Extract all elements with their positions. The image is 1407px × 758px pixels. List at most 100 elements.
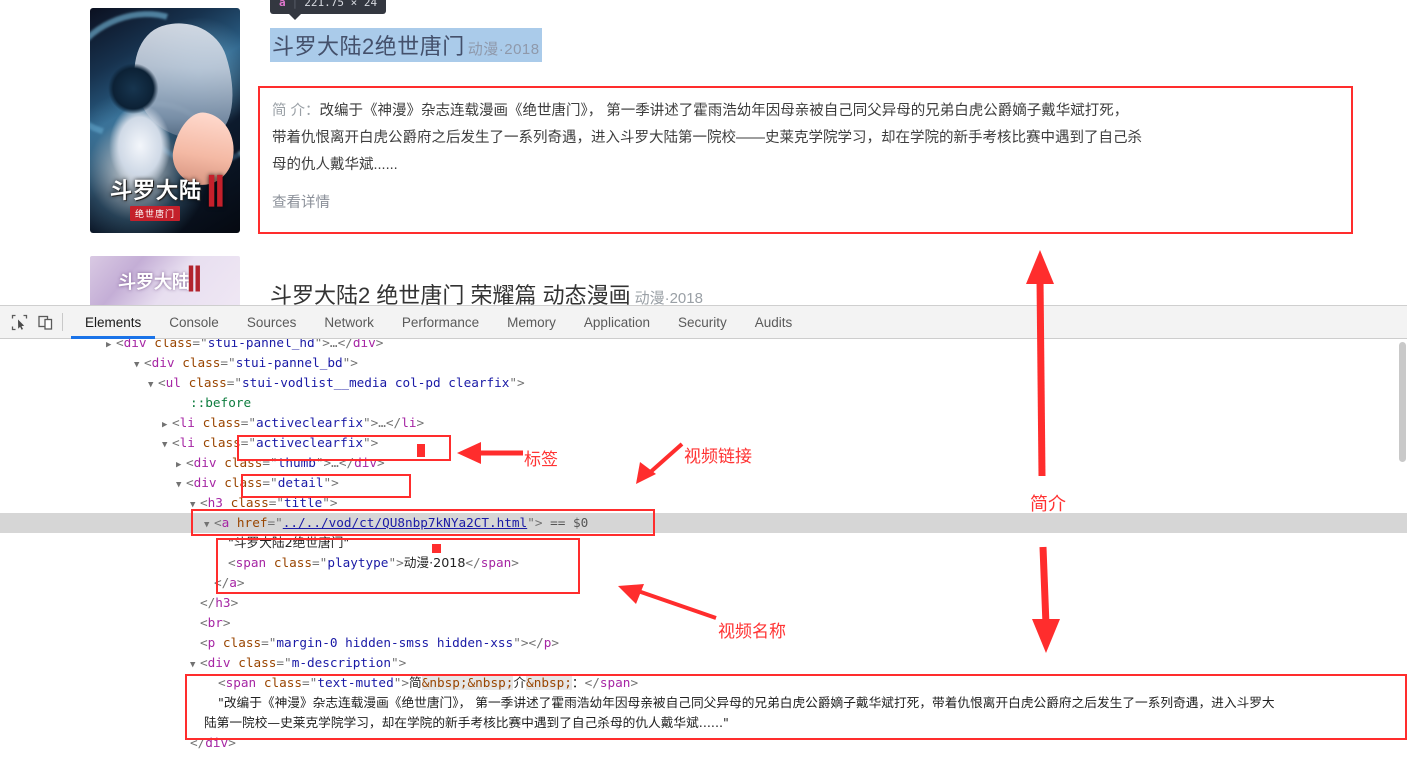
console-reference-label: == $0 [550, 515, 589, 530]
dom-pseudo-row[interactable]: ::before [0, 393, 1407, 413]
video-title-link-1[interactable]: 斗罗大陆2绝世唐门 动漫·2018 [270, 28, 542, 62]
video-playtype-1: 动漫·2018 [467, 41, 540, 58]
attr-value: activeclearfix [256, 415, 363, 430]
description-line-1: 简 介：改编于《神漫》杂志连载漫画《绝世唐门》， 第一季讲述了霍雨浩幼年因母亲被… [272, 98, 1339, 125]
element-inspector-tooltip: a | 221.75 × 24 [270, 0, 387, 20]
attr-name: class [202, 435, 241, 450]
devtools-panel: Elements Console Sources Network Perform… [0, 305, 1407, 758]
entity-text-jian: 简 [409, 675, 422, 690]
video-title-link-2[interactable]: 斗罗大陆2 绝世唐门 荣耀篇 动态漫画 动漫·2018 [270, 278, 703, 308]
video-description-box: 简 介：改编于《神漫》杂志连载漫画《绝世唐门》， 第一季讲述了霍雨浩幼年因母亲被… [258, 86, 1353, 234]
attr-name: class [230, 495, 269, 510]
attr-value: margin-0 hidden-smss hidden-xss [276, 635, 514, 650]
nbsp-entity: &nbsp; [421, 675, 468, 690]
tag-name: a [221, 515, 230, 530]
tab-memory[interactable]: Memory [493, 306, 570, 339]
dom-node-row-selected[interactable]: ▼ <a href="../../vod/ct/QU8nbp7kNYa2CT.ht… [0, 513, 1407, 533]
span-text-node: 动漫·2018 [403, 555, 466, 570]
tab-elements[interactable]: Elements [71, 306, 155, 339]
tooltip-dimensions: 221.75 × 24 [304, 0, 378, 9]
inspect-element-icon[interactable] [6, 309, 32, 335]
video-poster-1[interactable]: 斗罗大陆 Ⅱ 绝世唐门 [90, 8, 240, 233]
tag-name: a [229, 575, 237, 590]
pseudo-element-label: ::before [190, 395, 252, 410]
tag-name: div [151, 355, 175, 370]
dom-node-row[interactable]: ▶ <li class="activeclearfix">…</li> [0, 413, 1407, 433]
video-poster-2[interactable]: 斗罗大陆 Ⅱ [90, 256, 240, 308]
screenshot-root: 斗罗大陆 Ⅱ 绝世唐门 a | 221.75 × 24 斗罗大陆2绝世唐门 动漫·… [0, 0, 1407, 758]
attr-value: detail [277, 475, 324, 490]
tag-name: div [207, 655, 231, 670]
dom-node-row[interactable]: </div> [0, 733, 1407, 753]
tab-performance[interactable]: Performance [388, 306, 493, 339]
collapse-triangle-icon[interactable]: ▼ [190, 495, 200, 515]
description-label: 简 介： [272, 103, 320, 119]
tag-name: div [354, 455, 378, 470]
collapse-triangle-icon[interactable]: ▼ [176, 475, 186, 495]
collapse-triangle-icon[interactable]: ▼ [190, 655, 200, 675]
collapse-triangle-icon[interactable]: ▼ [134, 355, 144, 375]
dom-node-row[interactable]: … [0, 753, 1407, 758]
attr-value: thumb [277, 455, 316, 470]
dom-node-row[interactable]: <span class="text-muted">简&nbsp;&nbsp;介&… [0, 673, 1407, 693]
tag-name: p [207, 635, 216, 650]
dom-node-row[interactable]: ▶ <div class="stui-pannel_hd">…</div> [0, 339, 1407, 353]
dom-node-row[interactable]: ▼ <div class="detail"> [0, 473, 1407, 493]
expand-triangle-icon[interactable]: ▶ [162, 415, 172, 435]
dom-node-row[interactable]: </a> [0, 573, 1407, 593]
attr-name: class [182, 355, 221, 370]
collapse-triangle-icon[interactable]: ▼ [204, 515, 214, 535]
href-value-link[interactable]: ../../vod/ct/QU8nbp7kNYa2CT.html [283, 515, 527, 530]
attr-name: class [188, 375, 227, 390]
dom-text-row[interactable]: "斗罗大陆2绝世唐门" [0, 533, 1407, 553]
dom-node-row[interactable]: ▼ <div class="m-description"> [0, 653, 1407, 673]
tab-security[interactable]: Security [664, 306, 741, 339]
device-toolbar-icon[interactable] [32, 309, 58, 335]
annotation-label-tag: 标签 [524, 450, 558, 470]
attr-name: class [238, 655, 277, 670]
collapse-triangle-icon[interactable]: ▼ [162, 435, 172, 455]
tooltip-separator: | [291, 0, 299, 9]
dom-node-row[interactable]: ▼ <div class="stui-pannel_bd"> [0, 353, 1407, 373]
collapse-triangle-icon[interactable]: ▼ [148, 375, 158, 395]
dom-tree-scrollbar[interactable] [1398, 306, 1407, 726]
dom-node-row[interactable]: <span class="playtype">动漫·2018</span> [0, 553, 1407, 573]
tab-audits[interactable]: Audits [741, 306, 807, 339]
tag-name: h3 [215, 595, 231, 610]
attr-name: class [224, 475, 263, 490]
dom-node-row[interactable]: ▼ <h3 class="title"> [0, 493, 1407, 513]
tab-sources[interactable]: Sources [233, 306, 311, 339]
poster-numeral-logo: Ⅱ [205, 170, 226, 217]
tab-console[interactable]: Console [155, 306, 233, 339]
attr-name: class [222, 635, 262, 650]
attr-value: stui-vodlist__media col-pd clearfix [242, 375, 510, 390]
description-text-1: 改编于《神漫》杂志连载漫画《绝世唐门》， 第一季讲述了霍雨浩幼年因母亲被自己同父… [319, 103, 1129, 119]
entity-text-colon: ： [571, 675, 585, 690]
dom-node-row[interactable]: <br> [0, 613, 1407, 633]
expand-triangle-icon[interactable]: ▶ [176, 455, 186, 475]
scrollbar-thumb[interactable] [1399, 342, 1406, 462]
tab-application[interactable]: Application [570, 306, 664, 339]
nbsp-entity: &nbsp; [467, 675, 514, 690]
dom-tree[interactable]: ▶ <div class="stui-pannel_hd">…</div> ▼ <d… [0, 339, 1407, 758]
dom-node-row[interactable]: <p class="margin-0 hidden-smss hidden-xs… [0, 633, 1407, 653]
description-text-node-line1: "改编于《神漫》杂志连载漫画《绝世唐门》， 第一季讲述了霍雨浩幼年因母亲被自己同… [218, 695, 1275, 710]
tag-name: span [599, 675, 631, 690]
attr-value: m-description [291, 655, 391, 670]
dom-node-row[interactable]: </h3> [0, 593, 1407, 613]
description-text-node-line2: 陆第一院校—史莱克学院学习，却在学院的新手考核比赛中遇到了自己杀母的仇人戴华斌.… [204, 715, 729, 730]
dom-node-row[interactable]: ▼ <ul class="stui-vodlist__media col-pd c… [0, 373, 1407, 393]
video-title-text-1: 斗罗大陆2绝世唐门 [272, 34, 465, 59]
dom-text-row[interactable]: "改编于《神漫》杂志连载漫画《绝世唐门》， 第一季讲述了霍雨浩幼年因母亲被自己同… [0, 693, 1407, 713]
annotation-marker [417, 444, 425, 457]
entity-text-jie: 介 [513, 675, 527, 690]
attr-value: activeclearfix [256, 435, 363, 450]
poster-numeral-logo: Ⅱ [186, 262, 203, 299]
tag-name: li [179, 415, 195, 430]
tab-network[interactable]: Network [310, 306, 388, 339]
devtools-toolbar: Elements Console Sources Network Perform… [0, 306, 1407, 339]
view-details-link[interactable]: 查看详情 [272, 191, 1339, 212]
dom-text-row[interactable]: 陆第一院校—史莱克学院学习，却在学院的新手考核比赛中遇到了自己杀母的仇人戴华斌.… [0, 713, 1407, 733]
description-line-3: 母的仇人戴华斌...... [272, 157, 398, 173]
annotation-marker [432, 544, 441, 553]
